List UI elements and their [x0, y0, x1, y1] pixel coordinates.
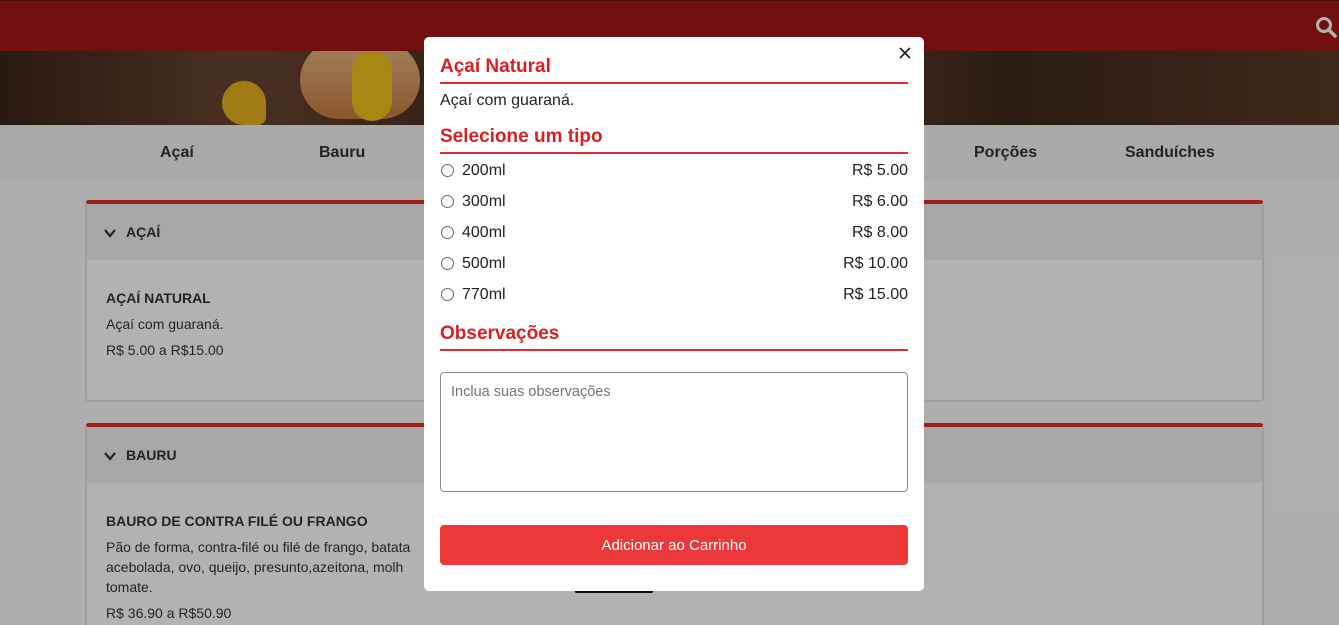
option-500ml[interactable]: 500ml R$ 10.00: [440, 254, 908, 274]
option-label: 200ml: [462, 162, 506, 179]
product-modal: Açaí Natural Açaí com guaraná. Selecione…: [424, 37, 924, 591]
option-label: 770ml: [462, 286, 506, 303]
option-300ml[interactable]: 300ml R$ 6.00: [440, 192, 908, 212]
modal-description: Açaí com guaraná.: [440, 92, 575, 109]
type-heading: Selecione um tipo: [440, 126, 603, 147]
option-label: 300ml: [462, 193, 506, 210]
notes-heading: Observações: [440, 323, 560, 344]
option-400ml[interactable]: 400ml R$ 8.00: [440, 223, 908, 243]
close-icon[interactable]: [898, 46, 912, 60]
notes-divider: [440, 349, 908, 351]
add-to-cart-button[interactable]: Adicionar ao Carrinho: [440, 525, 908, 565]
option-price: R$ 6.00: [851, 193, 908, 210]
option-radio[interactable]: [441, 257, 454, 270]
option-200ml[interactable]: 200ml R$ 5.00: [440, 161, 908, 181]
option-label: 400ml: [462, 224, 506, 241]
option-radio[interactable]: [441, 288, 454, 301]
option-radio[interactable]: [441, 164, 454, 177]
option-radio[interactable]: [441, 226, 454, 239]
option-price: R$ 5.00: [851, 162, 908, 179]
option-radio[interactable]: [441, 195, 454, 208]
option-price: R$ 15.00: [843, 286, 908, 303]
option-label: 500ml: [462, 255, 506, 272]
notes-input[interactable]: [440, 372, 908, 492]
type-divider: [440, 152, 908, 154]
option-770ml[interactable]: 770ml R$ 15.00: [440, 285, 908, 305]
option-price: R$ 8.00: [851, 224, 908, 241]
modal-title: Açaí Natural: [440, 56, 551, 77]
title-divider: [440, 82, 908, 84]
option-price: R$ 10.00: [843, 255, 908, 272]
